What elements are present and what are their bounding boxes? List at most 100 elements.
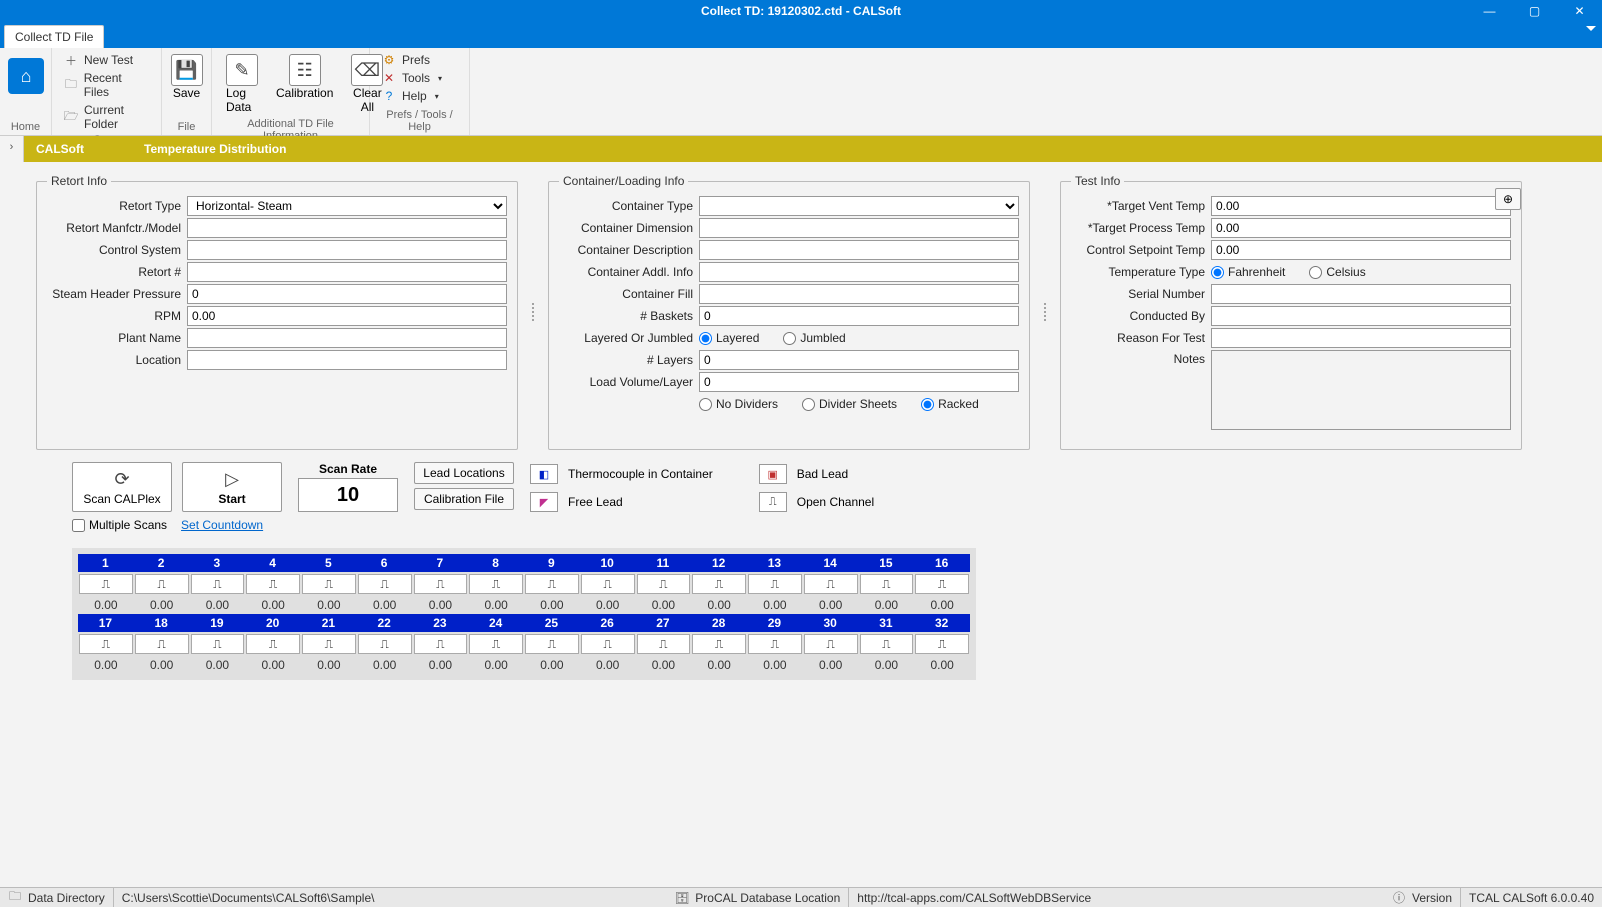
channel-cell[interactable]: ⎍ [915, 634, 969, 654]
start-button[interactable]: ▷Start [182, 462, 282, 512]
target-process-input[interactable] [1211, 218, 1511, 238]
splitter-grip[interactable] [1042, 174, 1048, 450]
steam-pressure-input[interactable] [187, 284, 507, 304]
splitter-grip[interactable] [530, 174, 536, 450]
help-button[interactable]: ?Help▾ [378, 88, 461, 104]
channel-cell[interactable]: ⎍ [581, 634, 635, 654]
ribbon-group-prefs: Prefs / Tools / Help [378, 109, 461, 133]
retort-type-select[interactable]: Horizontal- Steam [187, 196, 507, 216]
container-fill-input[interactable] [699, 284, 1019, 304]
serial-input[interactable] [1211, 284, 1511, 304]
notes-textarea[interactable] [1211, 350, 1511, 430]
set-countdown-link[interactable]: Set Countdown [181, 518, 263, 532]
retort-model-input[interactable] [187, 218, 507, 238]
channel-cell[interactable]: ⎍ [637, 574, 691, 594]
channel-cell[interactable]: ⎍ [692, 634, 746, 654]
channel-cell[interactable]: ⎍ [246, 634, 300, 654]
reason-input[interactable] [1211, 328, 1511, 348]
channel-header: 18 [134, 614, 190, 632]
channel-cell[interactable]: ⎍ [915, 574, 969, 594]
no-dividers-radio[interactable]: No Dividers [699, 397, 778, 411]
channel-cell[interactable]: ⎍ [358, 634, 412, 654]
channel-cell[interactable]: ⎍ [79, 634, 133, 654]
control-system-input[interactable] [187, 240, 507, 260]
scan-rate-value[interactable]: 10 [298, 478, 398, 512]
jumbled-radio[interactable]: Jumbled [783, 331, 845, 345]
save-button[interactable]: 💾Save [170, 52, 203, 102]
lead-locations-button[interactable]: Lead Locations [414, 462, 514, 484]
channel-cell[interactable]: ⎍ [302, 634, 356, 654]
volume-input[interactable] [699, 372, 1019, 392]
channel-cell[interactable]: ⎍ [191, 574, 245, 594]
celsius-radio[interactable]: Celsius [1309, 265, 1365, 279]
retort-num-input[interactable] [187, 262, 507, 282]
plant-name-input[interactable] [187, 328, 507, 348]
new-test-button[interactable]: ＋New Test [60, 52, 153, 68]
location-input[interactable] [187, 350, 507, 370]
channel-header: 29 [747, 614, 803, 632]
close-button[interactable]: ✕ [1557, 0, 1602, 22]
container-dim-input[interactable] [699, 218, 1019, 238]
add-note-button[interactable]: ⊕ [1495, 188, 1521, 210]
channel-header: 7 [413, 554, 469, 572]
channel-cell[interactable]: ⎍ [414, 634, 468, 654]
channel-value: 0.00 [747, 596, 803, 614]
channel-cell[interactable]: ⎍ [860, 634, 914, 654]
tools-button[interactable]: ✕Tools▾ [378, 70, 461, 86]
panel-toggle[interactable]: › [0, 136, 24, 162]
channel-value: 0.00 [134, 596, 190, 614]
channel-cell[interactable]: ⎍ [191, 634, 245, 654]
prefs-button[interactable]: ⚙Prefs [378, 52, 461, 68]
channel-cell[interactable]: ⎍ [302, 574, 356, 594]
scan-rate-label: Scan Rate [298, 462, 398, 476]
channel-cell[interactable]: ⎍ [804, 574, 858, 594]
channel-cell[interactable]: ⎍ [860, 574, 914, 594]
log-data-button[interactable]: ✎Log Data [220, 52, 264, 116]
channel-cell[interactable]: ⎍ [246, 574, 300, 594]
channel-cell[interactable]: ⎍ [525, 634, 579, 654]
channel-value: 0.00 [914, 596, 970, 614]
layered-radio[interactable]: Layered [699, 331, 759, 345]
channel-cell[interactable]: ⎍ [748, 574, 802, 594]
maximize-button[interactable]: ▢ [1512, 0, 1557, 22]
channel-cell[interactable]: ⎍ [804, 634, 858, 654]
channel-cell[interactable]: ⎍ [748, 634, 802, 654]
channel-cell[interactable]: ⎍ [469, 574, 523, 594]
multiple-scans-checkbox[interactable]: Multiple Scans [72, 518, 167, 532]
channel-cell[interactable]: ⎍ [637, 634, 691, 654]
fahrenheit-radio[interactable]: Fahrenheit [1211, 265, 1285, 279]
calibration-file-button[interactable]: Calibration File [414, 488, 514, 510]
ribbon-group-home: Home [8, 121, 43, 133]
channel-cell[interactable]: ⎍ [692, 574, 746, 594]
home-icon[interactable]: ⌂ [8, 58, 44, 94]
tab-collect-td-file[interactable]: Collect TD File [4, 25, 104, 48]
channel-cell[interactable]: ⎍ [135, 634, 189, 654]
layers-input[interactable] [699, 350, 1019, 370]
channel-cell[interactable]: ⎍ [135, 574, 189, 594]
channel-cell[interactable]: ⎍ [581, 574, 635, 594]
channel-cell[interactable]: ⎍ [414, 574, 468, 594]
target-vent-input[interactable] [1211, 196, 1511, 216]
scan-calplex-button[interactable]: ⟳Scan CALPlex [72, 462, 172, 512]
channel-cell[interactable]: ⎍ [525, 574, 579, 594]
channel-value: 0.00 [301, 656, 357, 674]
baskets-input[interactable] [699, 306, 1019, 326]
current-folder-button[interactable]: 🗁Current Folder [60, 102, 153, 132]
divider-sheets-radio[interactable]: Divider Sheets [802, 397, 897, 411]
channel-header: 4 [245, 554, 301, 572]
calibration-button[interactable]: ☷Calibration [270, 52, 339, 102]
minimize-button[interactable]: — [1467, 0, 1512, 22]
container-addl-input[interactable] [699, 262, 1019, 282]
racked-radio[interactable]: Racked [921, 397, 979, 411]
channel-grid: 12345678910111213141516 ⎍⎍⎍⎍⎍⎍⎍⎍⎍⎍⎍⎍⎍⎍⎍⎍… [72, 548, 976, 680]
channel-cell[interactable]: ⎍ [469, 634, 523, 654]
channel-cell[interactable]: ⎍ [79, 574, 133, 594]
control-setpoint-input[interactable] [1211, 240, 1511, 260]
channel-cell[interactable]: ⎍ [358, 574, 412, 594]
container-desc-input[interactable] [699, 240, 1019, 260]
rpm-input[interactable] [187, 306, 507, 326]
recent-files-button[interactable]: 🗀Recent Files [60, 70, 153, 100]
conducted-by-input[interactable] [1211, 306, 1511, 326]
container-type-select[interactable] [699, 196, 1019, 216]
plant-name-label: Plant Name [47, 331, 187, 345]
